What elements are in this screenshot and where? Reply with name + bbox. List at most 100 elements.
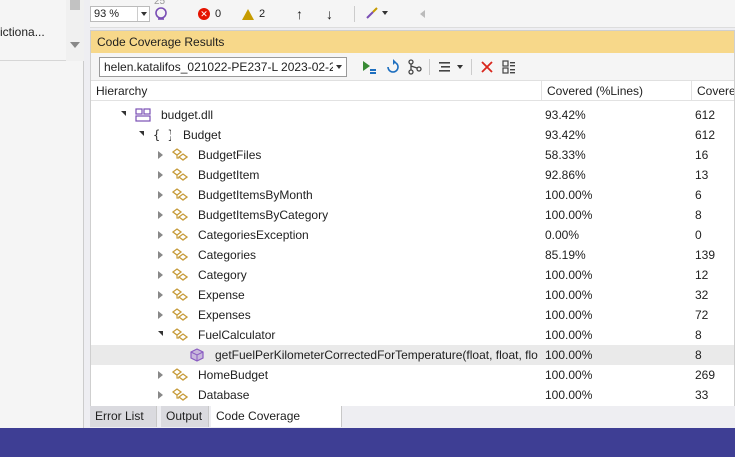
warning-count[interactable]: 2 xyxy=(242,6,265,22)
table-row[interactable]: BudgetFiles 58.33% 16 xyxy=(91,145,734,165)
namespace-icon: { } xyxy=(153,128,175,142)
table-row[interactable]: BudgetItem 92.86% 13 xyxy=(91,165,734,185)
scroll-down-icon[interactable] xyxy=(70,42,80,48)
covered-count-cell: 6 xyxy=(695,188,702,202)
expanded-arrow-icon[interactable] xyxy=(121,111,126,116)
left-scrollbar[interactable] xyxy=(66,0,84,61)
class-icon xyxy=(171,328,189,342)
collapsed-arrow-icon[interactable] xyxy=(158,371,163,379)
collapsed-arrow-icon[interactable] xyxy=(158,151,163,159)
table-row[interactable]: BudgetItemsByCategory 100.00% 8 xyxy=(91,205,734,225)
collapsed-arrow-icon[interactable] xyxy=(158,191,163,199)
covered-lines-cell: 58.33% xyxy=(545,148,586,162)
hierarchy-cell: getFuelPerKilometerCorrectedForTemperatu… xyxy=(91,345,543,365)
collapsed-arrow-icon[interactable] xyxy=(158,291,163,299)
table-row[interactable]: BudgetItemsByMonth 100.00% 6 xyxy=(91,185,734,205)
covered-lines-cell: 100.00% xyxy=(545,308,593,322)
close-icon[interactable] xyxy=(479,59,495,75)
class-icon xyxy=(171,168,189,182)
covered-lines-cell: 93.42% xyxy=(545,108,586,122)
covered-count-cell: 0 xyxy=(695,228,702,242)
table-row[interactable]: { } Budget 93.42% 612 xyxy=(91,125,734,145)
coverage-toolbar: helen.katalifos_021022-PE237-L 2023-02-2… xyxy=(91,53,734,81)
covered-lines-cell: 85.19% xyxy=(545,248,586,262)
collapsed-arrow-icon[interactable] xyxy=(158,391,163,399)
chevron-down-icon[interactable] xyxy=(333,58,346,76)
class-icon xyxy=(171,228,189,242)
hierarchy-cell: Expense xyxy=(91,285,543,305)
class-icon xyxy=(171,248,189,262)
collapsed-arrow-icon[interactable] xyxy=(158,171,163,179)
svg-text:{ }: { } xyxy=(153,128,171,142)
tab-output[interactable]: Output xyxy=(161,406,209,427)
collapsed-arrow-icon[interactable] xyxy=(158,231,163,239)
refresh-icon[interactable] xyxy=(385,59,401,75)
chevron-down-icon[interactable] xyxy=(457,65,463,69)
table-row[interactable]: Database 100.00% 33 xyxy=(91,385,734,403)
zoom-select[interactable]: 93 % xyxy=(90,6,150,22)
table-row[interactable]: CategoriesException 0.00% 0 xyxy=(91,225,734,245)
table-row[interactable]: Category 100.00% 12 xyxy=(91,265,734,285)
covered-count-cell: 8 xyxy=(695,208,702,222)
covered-lines-cell: 100.00% xyxy=(545,288,593,302)
table-row[interactable]: budget.dll 93.42% 612 xyxy=(91,105,734,125)
column-header-hierarchy[interactable]: Hierarchy xyxy=(91,81,542,101)
covered-count-cell: 72 xyxy=(695,308,709,322)
row-name: FuelCalculator xyxy=(198,328,276,342)
class-icon xyxy=(171,268,189,282)
arrow-down-icon[interactable]: ↓ xyxy=(326,6,333,22)
error-count[interactable]: ✕ 0 xyxy=(198,6,221,22)
hierarchy-cell: HomeBudget xyxy=(91,365,543,385)
tab-error-list[interactable]: Error List ... xyxy=(90,406,157,443)
panel-title: Code Coverage Results xyxy=(91,31,734,53)
collapsed-arrow-icon[interactable] xyxy=(158,271,163,279)
table-row[interactable]: Expenses 100.00% 72 xyxy=(91,305,734,325)
row-name: BudgetItem xyxy=(198,168,260,182)
column-header-covered[interactable]: Covered xyxy=(692,81,734,101)
row-name: Budget xyxy=(183,128,222,142)
covered-count-cell: 32 xyxy=(695,288,709,302)
zoom-value: 93 % xyxy=(94,8,120,20)
solution-item[interactable]: ictiona... xyxy=(0,22,66,42)
method-icon xyxy=(189,348,205,362)
tab-code-coverage-results[interactable]: Code Coverage Results xyxy=(211,406,342,443)
hierarchy-cell: budget.dll xyxy=(91,105,543,125)
scroll-thumb[interactable] xyxy=(70,0,80,10)
merge-icon[interactable] xyxy=(407,59,423,75)
table-row[interactable]: HomeBudget 100.00% 269 xyxy=(91,365,734,385)
chevron-down-icon[interactable] xyxy=(137,7,149,21)
collapsed-arrow-icon[interactable] xyxy=(158,311,163,319)
divider xyxy=(471,59,472,75)
row-name: budget.dll xyxy=(161,108,214,122)
view-options-icon[interactable] xyxy=(437,59,453,75)
hierarchy-cell: CategoriesException xyxy=(91,225,543,245)
export-icon[interactable] xyxy=(501,59,517,75)
hierarchy-cell: { } Budget xyxy=(91,125,543,145)
table-row[interactable]: getFuelPerKilometerCorrectedForTemperatu… xyxy=(91,345,734,365)
expanded-arrow-icon[interactable] xyxy=(139,131,144,136)
chevron-down-icon[interactable] xyxy=(382,11,388,15)
results-select[interactable]: helen.katalifos_021022-PE237-L 2023-02-2… xyxy=(99,57,347,77)
editor-status-bar: 25 93 % ✕ 0 2 ↑ ↓ xyxy=(90,0,735,28)
code-coverage-panel: Code Coverage Results helen.katalifos_02… xyxy=(90,30,735,428)
run-coverage-icon[interactable] xyxy=(361,59,377,75)
table-row[interactable]: Expense 100.00% 32 xyxy=(91,285,734,305)
hierarchy-cell: BudgetItemsByCategory xyxy=(91,205,543,225)
collapsed-arrow-icon[interactable] xyxy=(158,251,163,259)
covered-lines-cell: 100.00% xyxy=(545,348,593,362)
covered-count-cell: 13 xyxy=(695,168,709,182)
arrow-up-icon[interactable]: ↑ xyxy=(296,6,303,22)
hierarchy-cell: Expenses xyxy=(91,305,543,325)
table-row[interactable]: FuelCalculator 100.00% 8 xyxy=(91,325,734,345)
health-icon[interactable] xyxy=(154,6,168,22)
cleanup-brush-icon[interactable] xyxy=(365,6,379,22)
column-header-covered-lines[interactable]: Covered (%Lines) xyxy=(542,81,692,101)
divider xyxy=(429,59,430,75)
status-bar xyxy=(0,428,735,457)
table-row[interactable]: Categories 85.19% 139 xyxy=(91,245,734,265)
scroll-left-icon[interactable] xyxy=(420,10,425,18)
collapsed-arrow-icon[interactable] xyxy=(158,211,163,219)
expanded-arrow-icon[interactable] xyxy=(158,331,163,336)
results-header: Hierarchy Covered (%Lines) Covered xyxy=(91,81,734,101)
row-name: HomeBudget xyxy=(198,368,269,382)
